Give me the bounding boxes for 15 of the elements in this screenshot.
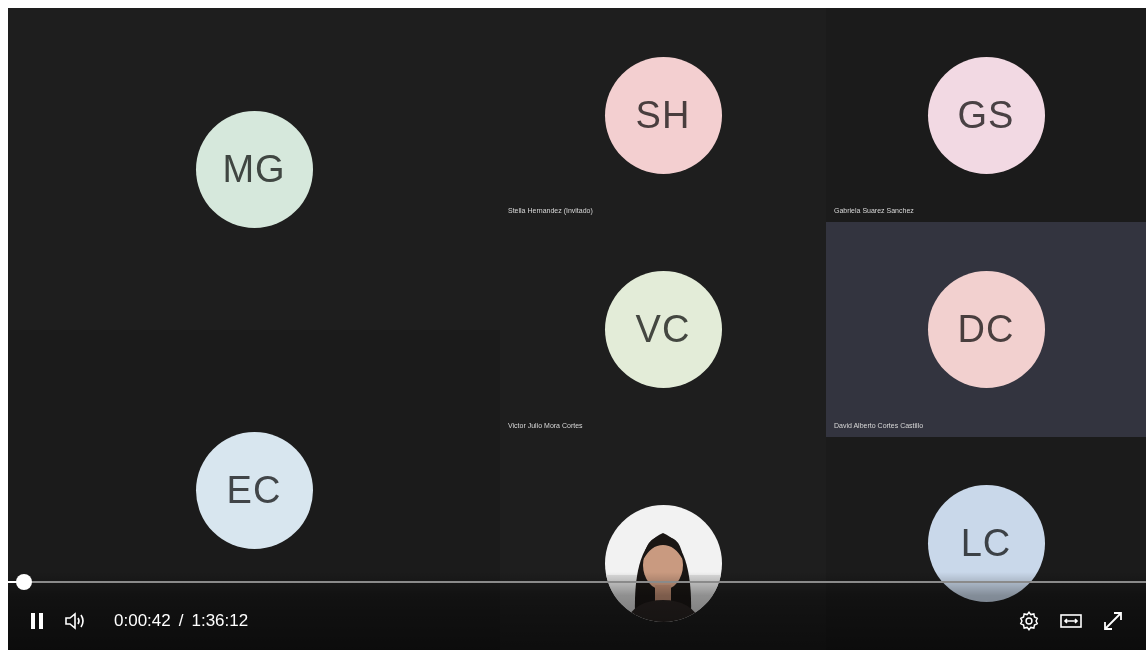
avatar-initials: DC — [927, 271, 1045, 388]
avatar-initials: MG — [195, 110, 313, 228]
pause-button[interactable] — [30, 612, 44, 630]
widescreen-button[interactable] — [1060, 613, 1082, 629]
settings-button[interactable] — [1018, 610, 1040, 632]
current-time: 0:00:42 — [114, 611, 171, 631]
avatar-initials: VC — [604, 271, 722, 388]
time-separator: / — [178, 611, 184, 631]
avatar-initials: GS — [927, 56, 1045, 174]
fullscreen-button[interactable] — [1102, 610, 1124, 632]
avatar-initials: EC — [195, 431, 313, 549]
progress-bar[interactable] — [8, 574, 1146, 590]
avatar-initials: LC — [927, 485, 1045, 602]
avatar-initials: SH — [604, 56, 722, 174]
duration: 1:36:12 — [191, 611, 249, 631]
